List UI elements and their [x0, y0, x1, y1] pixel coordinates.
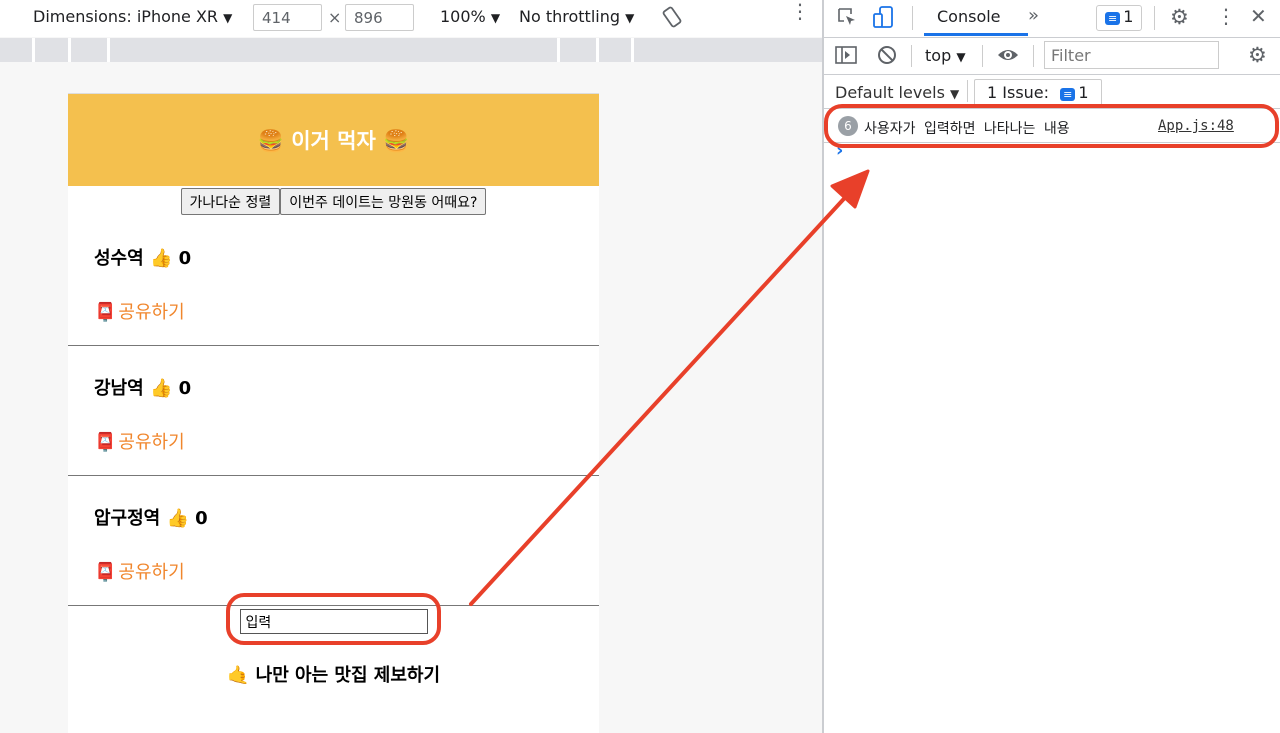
dimensions-label: Dimensions: iPhone XR	[33, 7, 219, 26]
default-levels-label: Default levels	[835, 83, 945, 102]
sidebar-toggle-icon[interactable]	[835, 45, 857, 69]
more-options-icon[interactable]: ⋮	[1216, 4, 1236, 28]
share-link[interactable]: 📮 공유하기	[94, 428, 185, 454]
chevron-down-icon: ▼	[490, 11, 501, 25]
throttling-dropdown[interactable]: No throttling ▼	[519, 7, 634, 26]
chevron-down-icon: ▼	[950, 87, 960, 101]
list-item: 강남역 👍 0 📮 공유하기	[68, 346, 599, 476]
inspect-element-icon[interactable]	[836, 6, 858, 32]
message-icon: ≡	[1105, 12, 1121, 25]
share-label: 공유하기	[118, 432, 185, 453]
live-expression-eye-icon[interactable]	[997, 45, 1019, 69]
chevron-down-icon: ▼	[625, 11, 635, 25]
more-options-icon[interactable]: ⋮	[790, 1, 810, 21]
share-link[interactable]: 📮 공유하기	[94, 558, 185, 584]
issues-count: 1	[1123, 7, 1134, 26]
issues-button[interactable]: 1 Issue: ≡ 1	[974, 79, 1102, 106]
active-tab-indicator	[924, 33, 1028, 36]
mailbox-icon: 📮	[94, 432, 117, 453]
console-log-row[interactable]: 6 사용자가 입력하면 나타나는 내용 App.js:48	[824, 113, 1280, 141]
mailbox-icon: 📮	[94, 302, 117, 323]
devtools-pane: Console » ≡ 1 ⚙ ⋮ ✕ top ▼ Filter ⚙ Defaul…	[824, 0, 1280, 733]
console-prompt[interactable]: ›	[836, 140, 843, 161]
chevron-down-icon: ▼	[956, 50, 966, 64]
device-toggle-icon[interactable]	[872, 5, 896, 33]
message-icon: ≡	[1060, 88, 1076, 101]
sort-button[interactable]: 가나다순 정렬	[180, 188, 281, 215]
context-selector[interactable]: top ▼	[925, 46, 966, 65]
repeat-count-badge: 6	[838, 116, 858, 136]
input-wrapper	[68, 606, 599, 634]
date-suggestion-button[interactable]: 이번주 데이트는 망원동 어때요?	[280, 188, 487, 215]
button-row: 가나다순 정렬 이번주 데이트는 망원동 어때요?	[68, 186, 599, 216]
place-title[interactable]: 강남역 👍 0	[94, 374, 191, 400]
share-link[interactable]: 📮 공유하기	[94, 298, 185, 324]
dimensions-dropdown[interactable]: Dimensions: iPhone XR ▼	[33, 7, 232, 26]
chevron-down-icon: ▼	[223, 11, 233, 25]
device-toolbar: Dimensions: iPhone XR ▼ 414 × 896 100% ▼…	[0, 0, 822, 37]
clear-console-icon[interactable]	[877, 45, 897, 69]
share-label: 공유하기	[118, 302, 185, 323]
console-settings-gear-icon[interactable]: ⚙	[1248, 43, 1267, 67]
text-input[interactable]	[239, 609, 428, 634]
mailbox-icon: 📮	[94, 562, 117, 583]
place-title[interactable]: 압구정역 👍 0	[94, 504, 208, 530]
app-header: 🍔 이거 먹자 🍔	[68, 94, 599, 186]
issue-count: 1	[1078, 83, 1089, 102]
zoom-dropdown[interactable]: 100% ▼	[440, 7, 500, 26]
width-input[interactable]: 414	[253, 4, 322, 31]
rotate-icon[interactable]	[661, 6, 683, 32]
list-item: 압구정역 👍 0 📮 공유하기	[68, 476, 599, 606]
default-levels-dropdown[interactable]: Default levels ▼	[835, 83, 959, 102]
context-label: top	[925, 46, 952, 65]
filter-input[interactable]: Filter	[1044, 41, 1219, 69]
settings-gear-icon[interactable]: ⚙	[1170, 5, 1189, 29]
place-title[interactable]: 성수역 👍 0	[94, 244, 191, 270]
share-label: 공유하기	[118, 562, 185, 583]
issues-counter-button[interactable]: ≡ 1	[1096, 5, 1143, 31]
throttling-label: No throttling	[519, 7, 621, 26]
log-message: 사용자가 입력하면 나타나는 내용	[864, 121, 1070, 137]
log-source-link[interactable]: App.js:48	[1158, 118, 1234, 134]
close-icon[interactable]: ✕	[1250, 4, 1267, 28]
zoom-label: 100%	[440, 7, 486, 26]
tab-console[interactable]: Console	[937, 7, 1001, 26]
device-emulation-pane: Dimensions: iPhone XR ▼ 414 × 896 100% ▼…	[0, 0, 822, 733]
issue-label: 1 Issue:	[987, 83, 1050, 102]
device-viewport: 🍔 이거 먹자 🍔 가나다순 정렬 이번주 데이트는 망원동 어때요? 성수역 👍…	[68, 93, 599, 733]
list-item: 성수역 👍 0 📮 공유하기	[68, 216, 599, 346]
more-tabs-icon[interactable]: »	[1028, 5, 1039, 26]
media-query-ruler	[0, 38, 822, 62]
times-separator: ×	[328, 8, 342, 27]
height-input[interactable]: 896	[345, 4, 414, 31]
app-title: 🍔 이거 먹자 🍔	[257, 129, 410, 153]
submit-tip-text: 🤙 나만 아는 맛집 제보하기	[226, 665, 441, 686]
